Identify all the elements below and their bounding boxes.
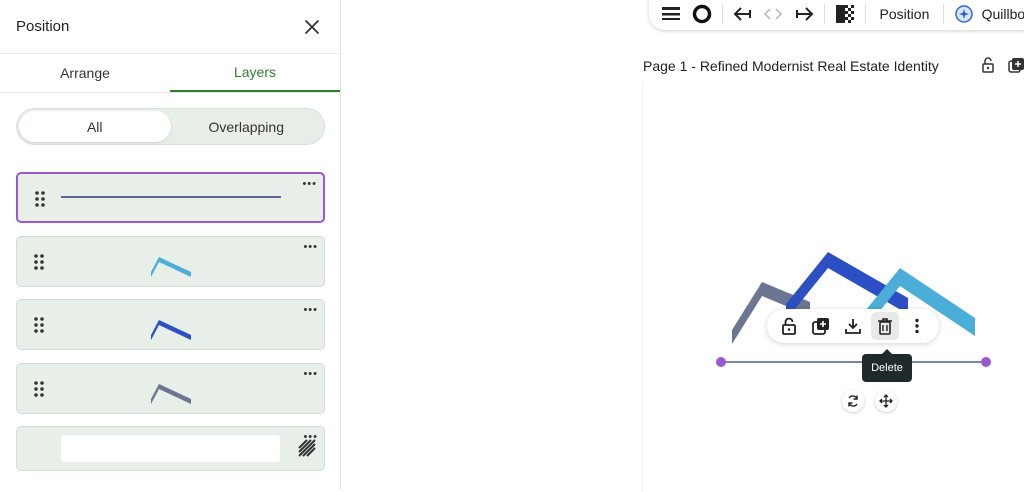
duplicate-element-button[interactable] xyxy=(807,312,835,340)
circle-outline-icon xyxy=(692,4,712,24)
close-button[interactable] xyxy=(300,15,324,39)
layer-item-background[interactable]: ••• xyxy=(16,426,325,471)
drag-handle-icon[interactable] xyxy=(35,190,45,208)
move-handle[interactable] xyxy=(875,390,897,412)
delete-tooltip: Delete xyxy=(862,349,912,382)
panel-header: Position xyxy=(0,0,340,54)
toolbar-divider xyxy=(943,4,945,24)
layer-item-mountain-gray[interactable]: ••• xyxy=(16,363,325,414)
background-thumbnail xyxy=(61,435,280,462)
more-vertical-icon xyxy=(915,318,919,334)
rotate-icon xyxy=(848,395,858,407)
close-icon xyxy=(305,19,319,34)
toolbar-divider xyxy=(721,4,723,24)
drag-handle-icon[interactable] xyxy=(34,253,44,271)
page-actions xyxy=(980,56,1024,74)
more-options-icon[interactable]: ••• xyxy=(303,369,318,380)
top-toolbar: Position Quillbot xyxy=(649,0,1024,30)
drag-handle-icon[interactable] xyxy=(34,380,44,398)
quillbot-button[interactable]: Quillbot xyxy=(980,6,1024,22)
mountain-light-blue-thumbnail xyxy=(151,257,191,277)
line-weight-button[interactable] xyxy=(655,0,686,29)
quillbot-icon xyxy=(955,5,973,23)
mountain-gray-thumbnail xyxy=(151,384,191,404)
quillbot-icon-button[interactable] xyxy=(948,0,979,29)
line-start-handle[interactable] xyxy=(716,357,726,367)
swap-icon xyxy=(764,8,783,20)
duplicate-page-icon[interactable] xyxy=(1008,56,1024,74)
panel-tabs: Arrange Layers xyxy=(0,54,340,93)
panel-title: Position xyxy=(16,18,70,35)
swap-ends-button[interactable] xyxy=(758,0,789,29)
more-options-icon[interactable]: ••• xyxy=(303,432,318,443)
duplicate-icon xyxy=(812,318,829,335)
lock-open-icon xyxy=(782,317,796,335)
more-options-icon[interactable]: ••• xyxy=(303,242,318,253)
delete-element-button[interactable] xyxy=(871,312,899,340)
layer-item-mountain-blue[interactable]: ••• xyxy=(16,299,325,350)
checkerboard-icon xyxy=(835,5,854,23)
border-style-button[interactable] xyxy=(686,0,717,29)
line-thumbnail xyxy=(61,196,281,198)
tab-arrange[interactable]: Arrange xyxy=(0,54,170,92)
filter-all-button[interactable]: All xyxy=(19,111,171,142)
page-title: Page 1 - Refined Modernist Real Estate I… xyxy=(643,58,939,74)
filter-overlapping-button[interactable]: Overlapping xyxy=(171,111,323,142)
transparency-button[interactable] xyxy=(829,0,860,29)
tab-layers[interactable]: Layers xyxy=(170,54,340,92)
trash-icon xyxy=(878,318,892,335)
line-weight-icon xyxy=(661,7,680,20)
line-end-handle[interactable] xyxy=(981,357,991,367)
lock-icon[interactable] xyxy=(980,56,996,74)
layer-item-mountain-light-blue[interactable]: ••• xyxy=(16,236,325,287)
toolbar-divider xyxy=(864,4,866,24)
drag-handle-icon[interactable] xyxy=(34,316,44,334)
more-actions-button[interactable] xyxy=(903,312,931,340)
download-icon xyxy=(845,319,861,334)
line-end-button[interactable] xyxy=(789,0,820,29)
download-element-button[interactable] xyxy=(839,312,867,340)
rotate-handle[interactable] xyxy=(842,390,864,412)
layer-filter: All Overlapping xyxy=(16,108,325,145)
line-start-button[interactable] xyxy=(727,0,758,29)
move-icon xyxy=(879,394,893,408)
layer-item-line[interactable]: ••• xyxy=(16,172,325,223)
more-options-icon[interactable]: ••• xyxy=(303,305,318,316)
more-options-icon[interactable]: ••• xyxy=(302,179,317,190)
arrow-left-icon xyxy=(733,7,752,21)
toolbar-divider xyxy=(824,4,826,24)
lock-element-button[interactable] xyxy=(775,312,803,340)
element-context-toolbar xyxy=(767,309,939,343)
arrow-right-icon xyxy=(795,7,814,21)
mountain-blue-thumbnail xyxy=(151,320,191,340)
position-button[interactable]: Position xyxy=(870,6,940,22)
